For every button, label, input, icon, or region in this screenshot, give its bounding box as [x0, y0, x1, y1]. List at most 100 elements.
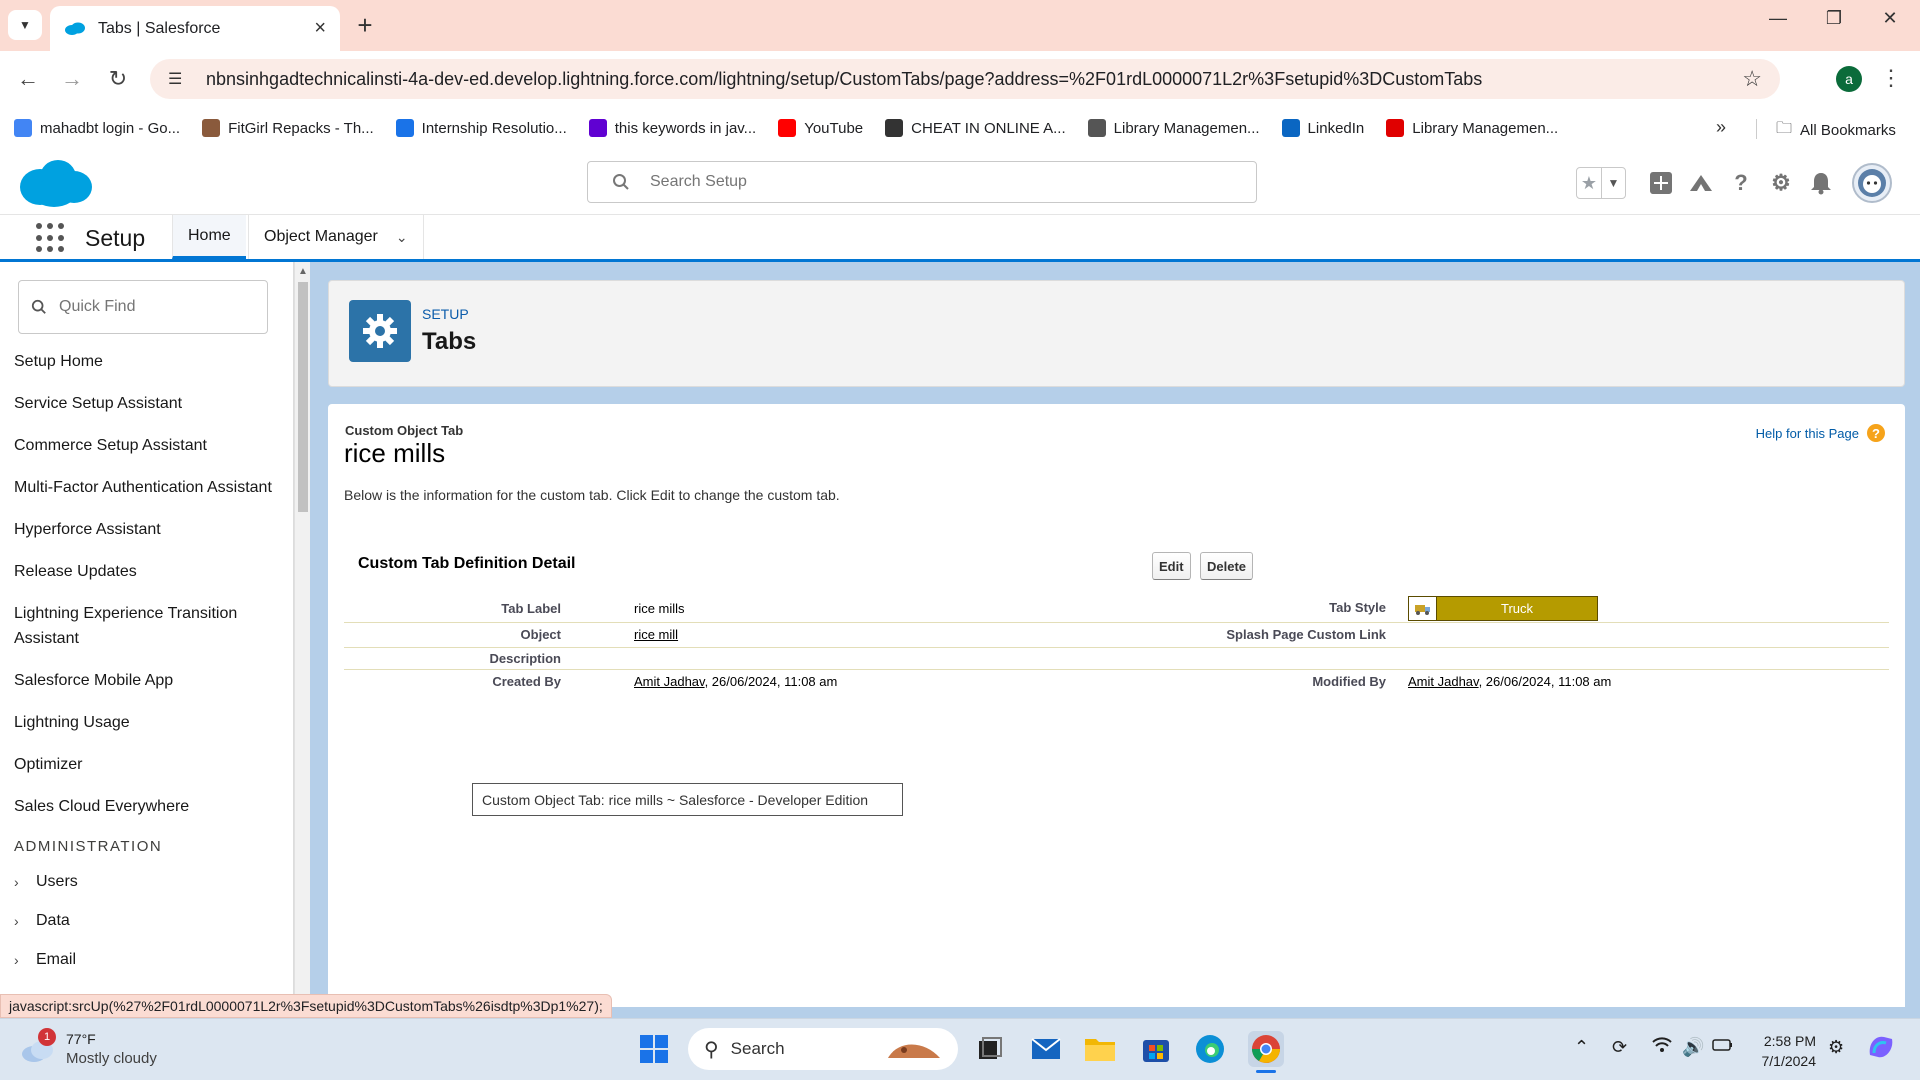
tab-home[interactable]: Home [172, 215, 246, 259]
help-for-this-page-link[interactable]: Help for this Page ? [1756, 424, 1885, 442]
all-bookmarks-button[interactable]: 🗀 All Bookmarks [1776, 117, 1896, 144]
address-bar[interactable]: ☰ nbnsinhgadtechnicalinsti-4a-dev-ed.dev… [150, 59, 1780, 99]
reload-icon[interactable]: ↻ [100, 61, 136, 97]
bookmark-item[interactable]: mahadbt login - Go... [14, 119, 180, 137]
scrollbar-thumb[interactable] [298, 282, 308, 512]
close-window-icon[interactable]: ✕ [1862, 8, 1918, 29]
forward-arrow-icon[interactable]: → [54, 61, 90, 97]
detail-row-object: Object rice mill Splash Page Custom Link [344, 623, 1889, 648]
weather-widget[interactable]: 1 77°F Mostly cloudy [20, 1028, 157, 1069]
show-hidden-icons[interactable]: ⌃ [1574, 1037, 1589, 1058]
bookmark-item[interactable]: FitGirl Repacks - Th... [202, 119, 374, 137]
chrome-running-indicator [1256, 1070, 1276, 1073]
profile-avatar[interactable]: a [1836, 66, 1862, 92]
global-create-icon[interactable] [1648, 170, 1674, 196]
notification-settings-icon[interactable]: ⚙ [1828, 1037, 1844, 1058]
sidebar-expandable-item[interactable]: › Email [14, 947, 284, 972]
file-explorer-icon[interactable] [1082, 1031, 1118, 1067]
browser-tab-active[interactable]: Tabs | Salesforce × [50, 6, 340, 51]
windows-start-icon[interactable] [636, 1031, 672, 1067]
bookmark-label: Internship Resolutio... [421, 119, 567, 137]
bookmark-item[interactable]: YouTube [778, 119, 863, 137]
sidebar-item[interactable]: Commerce Setup Assistant [14, 430, 284, 461]
url-text[interactable]: nbnsinhgadtechnicalinsti-4a-dev-ed.devel… [206, 69, 1742, 90]
chevron-right-icon[interactable]: › [14, 952, 36, 968]
new-tab-button[interactable]: + [350, 10, 380, 41]
system-clock[interactable]: 2:58 PM 7/1/2024 [1748, 1031, 1817, 1071]
microsoft-store-icon[interactable] [1138, 1031, 1174, 1067]
splash-page-label: Splash Page Custom Link [1226, 627, 1386, 642]
sidebar-item[interactable]: Optimizer [14, 749, 284, 780]
sidebar-scrollbar[interactable]: ▲ [294, 262, 310, 1007]
minimize-icon[interactable]: — [1750, 8, 1806, 29]
setup-gear-icon[interactable]: ⚙ [1768, 170, 1794, 196]
delete-button[interactable]: Delete [1200, 552, 1254, 580]
bookmark-item[interactable]: Internship Resolutio... [395, 119, 567, 137]
clock-date: 7/1/2024 [1761, 1053, 1817, 1069]
mail-icon[interactable] [1028, 1031, 1064, 1067]
app-name: Setup [85, 225, 146, 251]
bookmark-item[interactable]: CHEAT IN ONLINE A... [885, 119, 1066, 137]
copilot-icon[interactable] [1866, 1033, 1896, 1066]
tab-style-swatch: Truck [1408, 596, 1598, 621]
favorites-star-icon[interactable]: ★ [1577, 168, 1601, 198]
close-tab-icon[interactable]: × [314, 17, 326, 40]
browser-menu-icon[interactable]: ⋮ [1880, 65, 1902, 91]
sidebar-item[interactable]: Hyperforce Assistant [14, 514, 284, 545]
battery-icon[interactable] [1712, 1037, 1734, 1058]
modified-by-user-link[interactable]: Amit Jadhav [1408, 674, 1479, 689]
favorites-dropdown-icon[interactable]: ▼ [1601, 168, 1625, 198]
bookmark-label: LinkedIn [1307, 119, 1365, 137]
edit-button[interactable]: Edit [1152, 552, 1191, 580]
tab-search-button[interactable]: ▼ [8, 10, 42, 40]
task-view-icon[interactable] [972, 1031, 1008, 1067]
bookmark-item[interactable]: Library Managemen... [1386, 119, 1558, 137]
trailhead-icon[interactable] [1688, 170, 1714, 196]
quick-find-input[interactable] [59, 298, 249, 316]
restore-icon[interactable]: ❐ [1806, 8, 1862, 29]
sidebar-item[interactable]: Salesforce Mobile App [14, 665, 284, 696]
created-by-user-link[interactable]: Amit Jadhav [634, 674, 705, 689]
chrome-browser-icon[interactable] [1248, 1031, 1284, 1073]
sidebar-expandable-label: Users [36, 872, 78, 890]
wifi-icon[interactable] [1652, 1037, 1672, 1058]
notifications-bell-icon[interactable] [1808, 170, 1834, 196]
bookmark-label: Library Managemen... [1412, 119, 1559, 137]
bookmark-item[interactable]: LinkedIn [1281, 119, 1365, 137]
chevron-down-icon[interactable]: ⌄ [396, 229, 408, 246]
bookmark-item[interactable]: Library Managemen... [1087, 119, 1260, 137]
chevron-right-icon[interactable]: › [14, 913, 36, 929]
object-link[interactable]: rice mill [634, 627, 678, 642]
quick-find-box[interactable] [18, 280, 268, 334]
bookmark-label: CHEAT IN ONLINE A... [911, 119, 1066, 137]
sidebar-item[interactable]: Sales Cloud Everywhere [14, 791, 284, 822]
sidebar-expandable-item[interactable]: › Users [14, 869, 284, 894]
help-icon[interactable]: ? [1728, 170, 1754, 196]
setup-search-input[interactable] [650, 173, 1150, 191]
bookmark-star-icon[interactable]: ☆ [1742, 66, 1762, 92]
link-icon [1087, 119, 1106, 137]
app-launcher-icon[interactable] [36, 223, 66, 253]
setup-search-box[interactable] [587, 161, 1257, 203]
sidebar-item[interactable]: Setup Home [14, 346, 284, 377]
sync-icon[interactable]: ⟳ [1612, 1037, 1627, 1058]
site-info-icon[interactable]: ☰ [168, 69, 190, 89]
bookmark-item[interactable]: this keywords in jav... [588, 119, 756, 137]
sidebar-expandable-item[interactable]: › Data [14, 908, 284, 933]
sidebar-item[interactable]: Multi-Factor Authentication Assistant [14, 472, 284, 503]
volume-icon[interactable]: 🔊 [1682, 1037, 1704, 1058]
user-avatar[interactable] [1852, 163, 1892, 203]
taskbar-search[interactable]: ⚲ Search [688, 1028, 958, 1070]
record-title: rice mills [344, 438, 446, 468]
sidebar-item[interactable]: Release Updates [14, 556, 284, 587]
tab-object-manager[interactable]: Object Manager ⌄ [248, 215, 424, 259]
sidebar-item[interactable]: Lightning Experience Transition Assistan… [14, 598, 284, 654]
sidebar-item[interactable]: Lightning Usage [14, 707, 284, 738]
chevron-right-icon[interactable]: › [14, 874, 36, 890]
back-arrow-icon[interactable]: ← [10, 61, 46, 97]
edge-browser-icon[interactable] [1192, 1031, 1228, 1067]
sidebar-item[interactable]: Service Setup Assistant [14, 388, 284, 419]
more-bookmarks-icon[interactable]: » [1716, 117, 1726, 138]
salesforce-logo-icon[interactable] [18, 157, 94, 209]
scroll-up-icon[interactable]: ▲ [298, 266, 308, 277]
